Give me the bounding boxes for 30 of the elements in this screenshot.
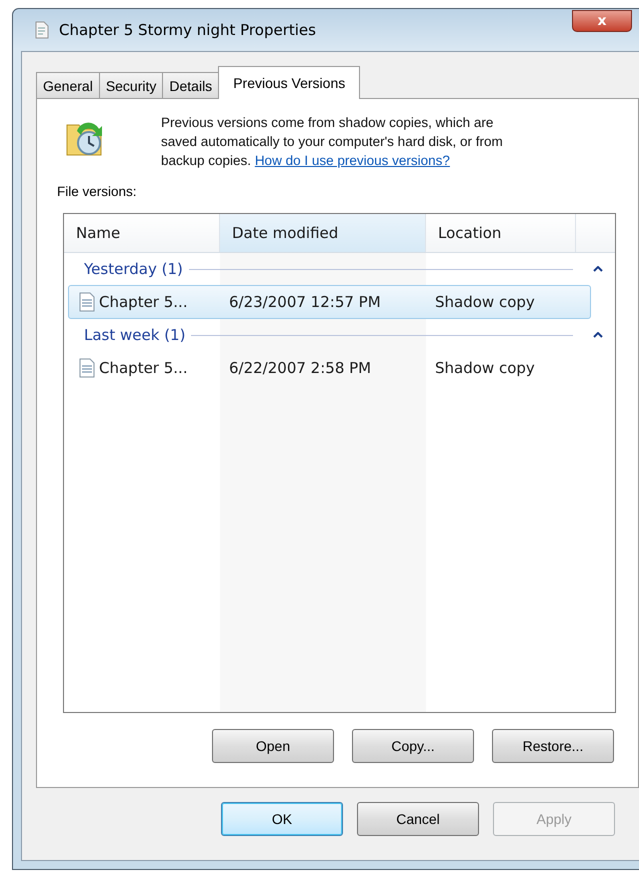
table-cell: Chapter 5... xyxy=(99,293,188,311)
description-text: Previous versions come from shadow copies, which are saved automatically to your computer's hard disk, or from backup copies. How do I use previous versions? xyxy=(161,114,504,170)
document-icon xyxy=(35,21,49,39)
version-row[interactable]: Chapter 5... 6/23/2007 12:57 PM Shadow copy xyxy=(68,285,591,319)
dialog-button[interactable]: OK xyxy=(221,802,343,836)
table-cell: 6/23/2007 12:57 PM xyxy=(229,293,381,311)
table-cell: Shadow copy xyxy=(435,293,535,311)
column-header[interactable]: Date modified xyxy=(220,214,426,252)
tab[interactable]: Previous Versions xyxy=(218,66,360,99)
document-icon xyxy=(79,292,95,312)
column-header[interactable]: Location xyxy=(426,214,576,252)
list-label: File versions: xyxy=(57,184,138,199)
tab[interactable]: Details xyxy=(162,72,220,98)
dialog-button[interactable]: Cancel xyxy=(357,802,479,836)
group-header[interactable]: Last week (1) xyxy=(84,326,186,344)
document-icon xyxy=(79,358,95,378)
action-button[interactable]: Restore... xyxy=(492,729,614,763)
action-button[interactable]: Copy... xyxy=(352,729,474,763)
tab[interactable]: General xyxy=(36,72,100,98)
caret-icon[interactable] xyxy=(593,266,603,272)
table-cell: 6/22/2007 2:58 PM xyxy=(229,359,372,377)
group-header[interactable]: Yesterday (1) xyxy=(84,260,183,278)
action-button[interactable]: Open xyxy=(212,729,334,763)
table-cell: Chapter 5... xyxy=(99,359,188,377)
tab[interactable]: Security xyxy=(98,72,164,98)
window-title: Chapter 5 Stormy night Properties xyxy=(59,21,316,39)
help-link[interactable]: How do I use previous versions? xyxy=(254,153,450,168)
caret-icon[interactable] xyxy=(593,332,603,338)
table-cell: Shadow copy xyxy=(435,359,535,377)
version-row[interactable]: Chapter 5... 6/22/2007 2:58 PM Shadow copy xyxy=(68,351,591,385)
